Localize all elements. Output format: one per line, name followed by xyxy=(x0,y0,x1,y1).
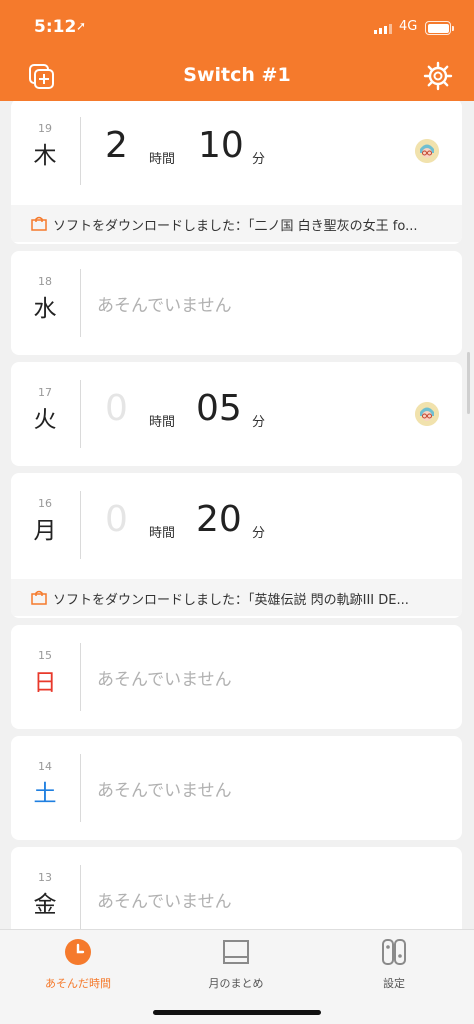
switch-console-icon xyxy=(382,939,406,965)
day-card-17[interactable]: 17 火 0 時間 05 分 xyxy=(11,362,462,466)
day-number: 14 xyxy=(38,760,52,773)
day-card-16[interactable]: 16 月 0 時間 20 分 ソフトをダウンロードしました：「英雄伝説 閃の軌跡… xyxy=(11,473,462,618)
weekday-label: 土 xyxy=(33,781,57,807)
hours-value: 0 xyxy=(105,388,128,429)
day-number: 17 xyxy=(38,386,52,399)
app-header: 5:12 ➚ 4G Switch #1 xyxy=(0,0,474,101)
day-card-18[interactable]: 18 水 あそんでいません xyxy=(11,251,462,355)
gear-icon[interactable] xyxy=(423,61,453,91)
page-title: Switch #1 xyxy=(183,64,291,86)
not-played-text: あそんでいません xyxy=(97,296,232,316)
network-type: 4G xyxy=(399,19,418,34)
minutes-unit: 分 xyxy=(252,415,266,430)
day-number: 16 xyxy=(38,497,52,510)
tab-label: 月のまとめ xyxy=(208,977,264,990)
day-number: 18 xyxy=(38,275,52,288)
location-arrow-icon: ➚ xyxy=(76,19,87,33)
not-played-text: あそんでいません xyxy=(97,670,232,690)
not-played-text: あそんでいません xyxy=(97,892,232,912)
hours-unit: 時間 xyxy=(149,526,176,541)
minutes-unit: 分 xyxy=(252,526,266,541)
weekday-label: 月 xyxy=(33,518,57,544)
hours-value: 0 xyxy=(105,499,128,540)
weekday-label: 日 xyxy=(33,670,57,696)
battery-icon xyxy=(425,21,454,35)
day-number: 15 xyxy=(38,649,52,662)
tab-monthly-summary[interactable]: 月のまとめ xyxy=(176,938,296,991)
shopping-bag-icon xyxy=(31,590,47,605)
day-number: 19 xyxy=(38,122,52,135)
divider xyxy=(80,865,81,929)
hours-value: 2 xyxy=(105,125,128,166)
divider xyxy=(80,491,81,559)
tab-play-time[interactable]: あそんだ時間 xyxy=(18,938,138,991)
day-card-15[interactable]: 15 日 あそんでいません xyxy=(11,625,462,729)
weekday-label: 木 xyxy=(33,143,57,169)
status-time: 5:12 xyxy=(34,17,77,37)
cellular-signal-icon xyxy=(374,22,392,34)
minutes-value: 20 xyxy=(196,499,242,540)
tab-label: あそんだ時間 xyxy=(45,977,111,990)
home-indicator xyxy=(153,1010,321,1015)
weekday-label: 水 xyxy=(33,296,57,322)
download-notice-text: ソフトをダウンロードしました：「英雄伝説 閃の軌跡III DE... xyxy=(53,593,409,608)
tab-label: 設定 xyxy=(383,977,405,990)
day-card-14[interactable]: 14 土 あそんでいません xyxy=(11,736,462,840)
divider xyxy=(80,380,81,448)
divider xyxy=(80,117,81,185)
minutes-unit: 分 xyxy=(252,152,266,167)
day-card-19[interactable]: 19 木 2 時間 10 分 ソフトをダウンロードしました：「二ノ国 白き聖灰の… xyxy=(11,101,462,244)
hours-unit: 時間 xyxy=(149,415,176,430)
tab-settings[interactable]: 設定 xyxy=(334,938,454,991)
calendar-icon xyxy=(223,940,249,964)
day-card-13[interactable]: 13 金 あそんでいません xyxy=(11,847,462,929)
minutes-value: 10 xyxy=(198,125,244,166)
user-avatar-icon xyxy=(415,402,439,426)
status-bar: 5:12 ➚ 4G xyxy=(0,0,474,54)
shopping-bag-icon xyxy=(31,216,47,231)
divider xyxy=(80,269,81,337)
divider xyxy=(80,754,81,822)
scroll-indicator[interactable] xyxy=(467,352,470,414)
download-notice[interactable]: ソフトをダウンロードしました：「二ノ国 白き聖灰の女王 fo... xyxy=(11,205,462,242)
download-notice-text: ソフトをダウンロードしました：「二ノ国 白き聖灰の女王 fo... xyxy=(53,219,418,234)
divider xyxy=(80,643,81,711)
clock-icon xyxy=(65,939,91,965)
user-avatar-icon xyxy=(415,139,439,163)
minutes-value: 05 xyxy=(196,388,242,429)
day-number: 13 xyxy=(38,871,52,884)
download-notice[interactable]: ソフトをダウンロードしました：「英雄伝説 閃の軌跡III DE... xyxy=(11,579,462,616)
weekday-label: 金 xyxy=(33,892,57,918)
daily-playtime-list[interactable]: 19 木 2 時間 10 分 ソフトをダウンロードしました：「二ノ国 白き聖灰の… xyxy=(0,101,474,929)
hours-unit: 時間 xyxy=(149,152,176,167)
not-played-text: あそんでいません xyxy=(97,781,232,801)
weekday-label: 火 xyxy=(33,407,57,433)
